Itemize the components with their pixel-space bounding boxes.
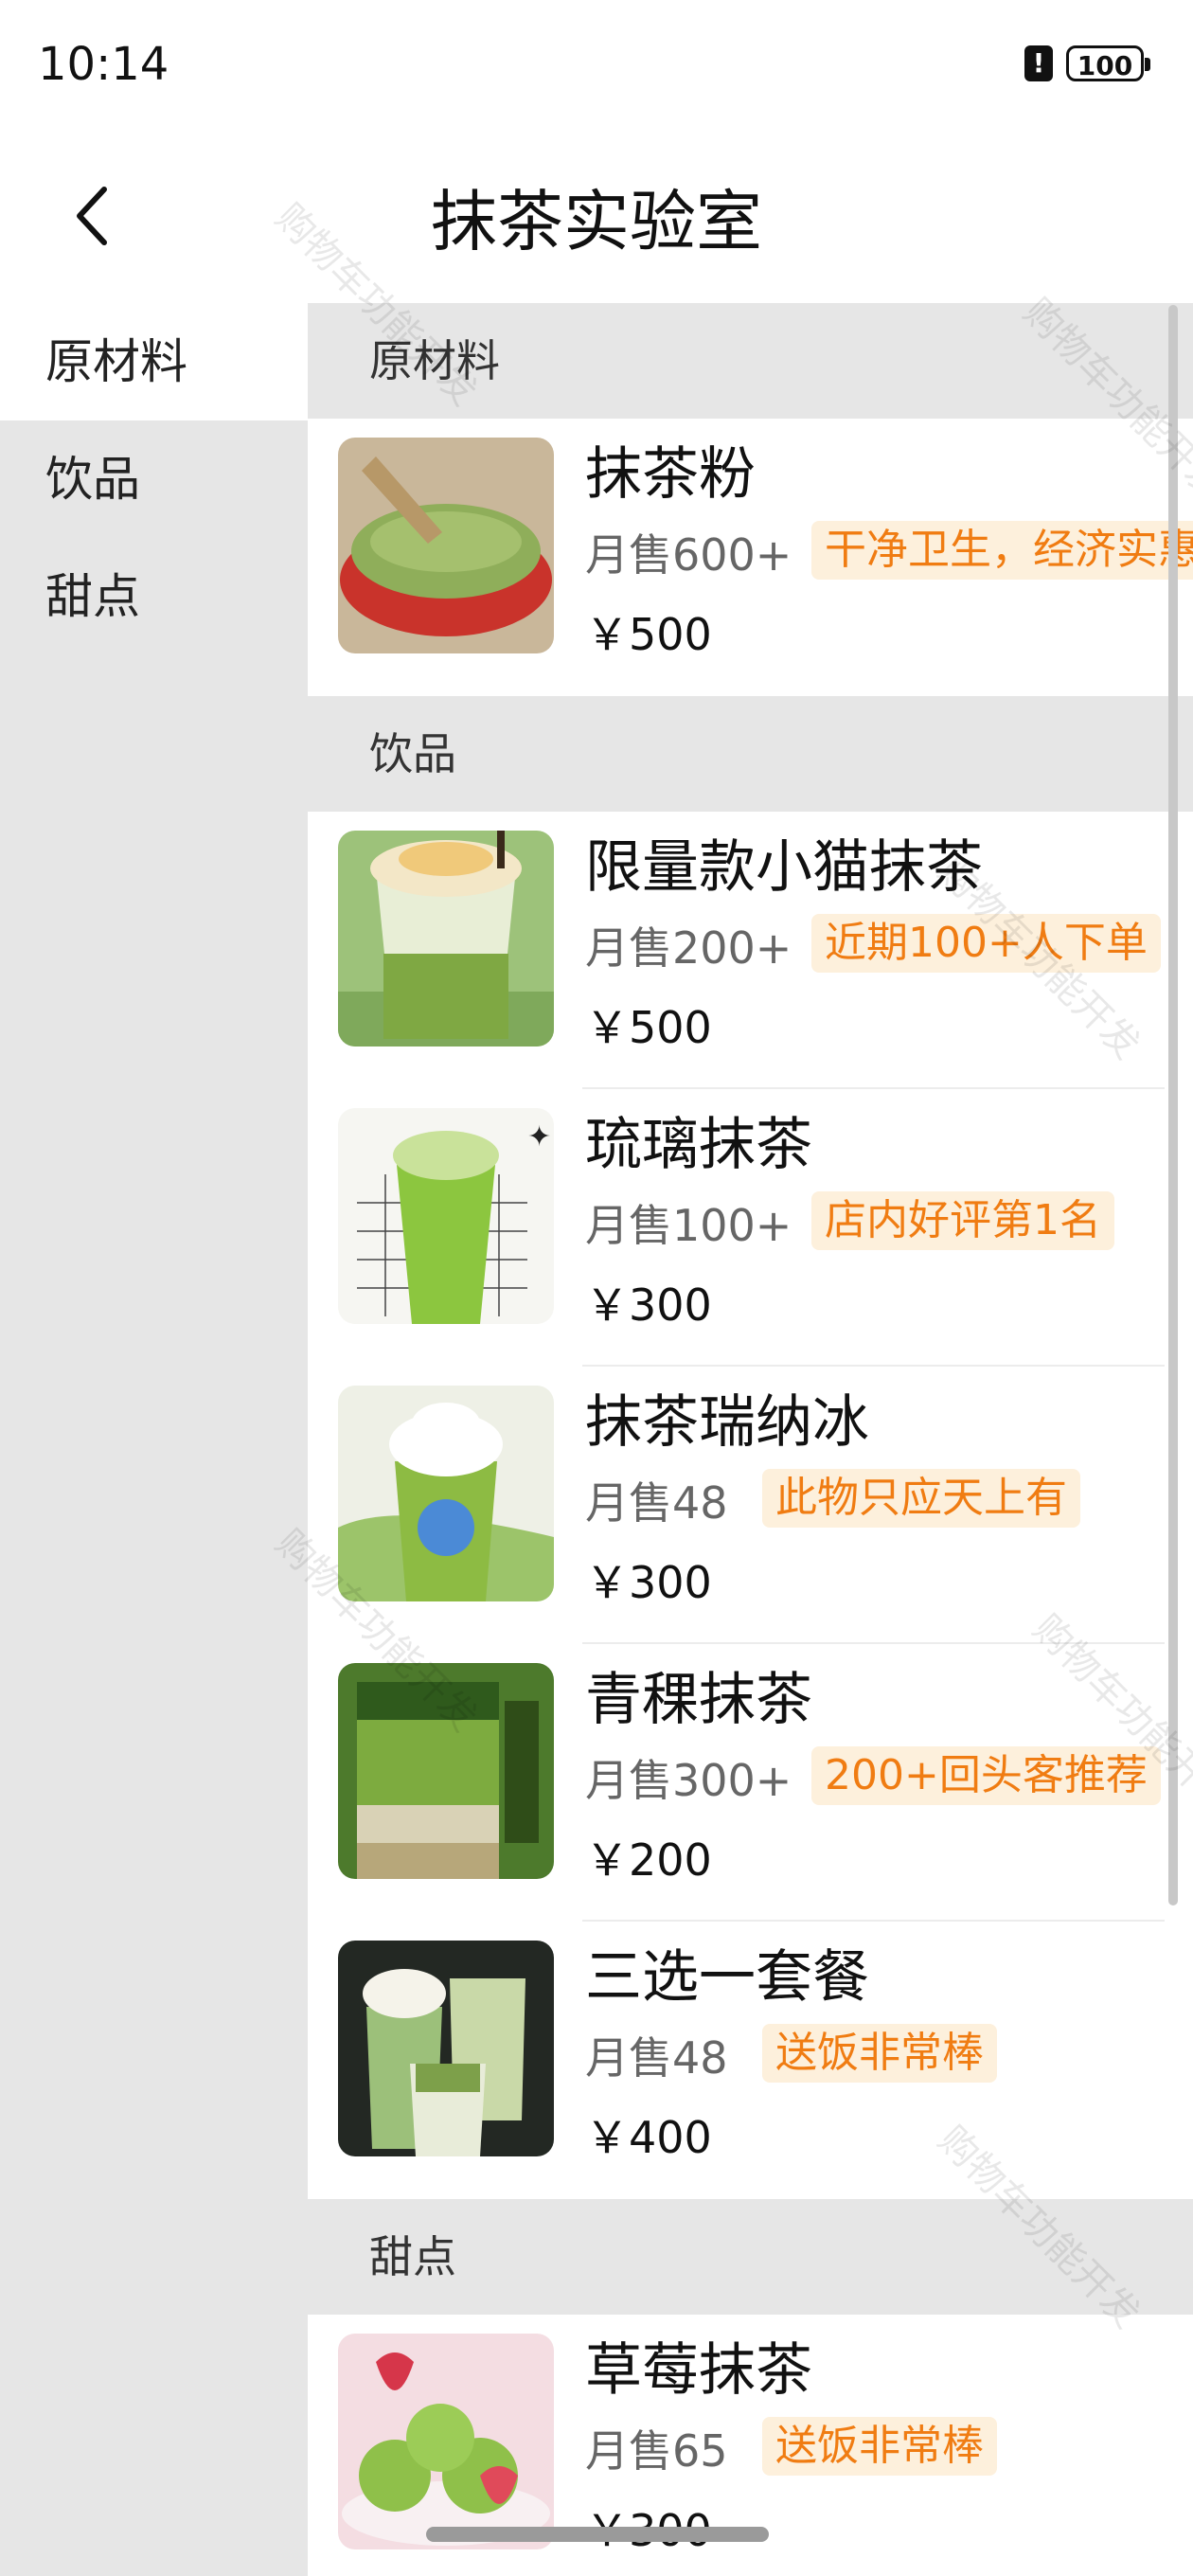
- product-sales: 月售300+: [585, 1755, 792, 1806]
- status-bar: 10:14 ! 100: [0, 0, 1193, 133]
- section-header-desserts: 甜点: [308, 2199, 1193, 2315]
- product-price: ￥300: [585, 1279, 712, 1331]
- product-name: 限量款小猫抹茶: [585, 834, 983, 901]
- product-tag: 200+回头客推荐: [811, 1746, 1161, 1805]
- scrollbar[interactable]: [1168, 305, 1178, 1905]
- product-item[interactable]: ✦ 琉璃抹茶 月售100+ 店内好评第1名 ￥300: [308, 1089, 1193, 1367]
- product-image-strawberry-matcha: [338, 2334, 554, 2549]
- product-image-highland-barley-matcha: [338, 1663, 554, 1879]
- product-image-cat-matcha: [338, 831, 554, 1046]
- product-name: 三选一套餐: [585, 1944, 869, 2011]
- product-tag: 送饭非常棒: [762, 2024, 997, 2083]
- section-header-drinks: 饮品: [308, 696, 1193, 812]
- svg-text:✦: ✦: [527, 1120, 551, 1154]
- product-tag: 此物只应天上有: [762, 1469, 1080, 1528]
- status-icons: ! 100: [1024, 45, 1150, 81]
- page-title: 抹茶实验室: [431, 183, 762, 260]
- product-sales: 月售100+: [585, 1200, 792, 1251]
- product-tag: 近期100+人下单: [811, 914, 1161, 973]
- product-item[interactable]: 限量款小猫抹茶 月售200+ 近期100+人下单 ￥500: [308, 812, 1193, 1089]
- product-item[interactable]: 抹茶粉 月售600+ 干净卫生，经济实惠 ￥500: [308, 419, 1193, 696]
- battery-icon: 100: [1066, 45, 1150, 81]
- home-indicator[interactable]: [426, 2527, 769, 2542]
- product-name: 琉璃抹茶: [585, 1112, 812, 1178]
- product-name: 草莓抹茶: [585, 2337, 812, 2404]
- product-tag: 店内好评第1名: [811, 1191, 1114, 1250]
- product-sales: 月售600+: [585, 529, 792, 581]
- sidebar-item-raw-materials[interactable]: 原材料: [0, 303, 308, 420]
- product-item[interactable]: 青稞抹茶 月售300+ 200+回头客推荐 ￥200: [308, 1644, 1193, 1922]
- product-name: 青稞抹茶: [585, 1667, 812, 1733]
- product-price: ￥500: [585, 609, 712, 660]
- product-sales: 月售48: [585, 1477, 728, 1529]
- product-image-combo: [338, 1941, 554, 2156]
- product-sales: 月售48: [585, 2032, 728, 2084]
- product-sales: 月售200+: [585, 922, 792, 974]
- product-name: 抹茶瑞纳冰: [585, 1389, 869, 1456]
- product-price: ￥200: [585, 1834, 712, 1886]
- product-item[interactable]: 抹茶瑞纳冰 月售48 此物只应天上有 ￥300: [308, 1367, 1193, 1644]
- product-sales: 月售65: [585, 2425, 728, 2477]
- product-item[interactable]: 三选一套餐 月售48 送饭非常棒 ￥400: [308, 1922, 1193, 2199]
- product-price: ￥300: [585, 1557, 712, 1608]
- product-list: 原材料 抹茶粉 月售600+ 干净卫生，经济实惠 ￥500 饮品 限量款小猫抹茶…: [308, 303, 1193, 2576]
- header: 抹茶实验室: [0, 133, 1193, 303]
- sidebar-item-desserts[interactable]: 甜点: [0, 538, 308, 655]
- product-tag: 干净卫生，经济实惠: [811, 521, 1193, 580]
- product-tag: 送饭非常棒: [762, 2417, 997, 2476]
- section-header-raw-materials: 原材料: [308, 303, 1193, 419]
- status-time: 10:14: [38, 38, 169, 91]
- sidebar-item-drinks[interactable]: 饮品: [0, 420, 308, 538]
- product-price: ￥500: [585, 1002, 712, 1053]
- product-image-matcha-frappe: [338, 1386, 554, 1601]
- product-price: ￥400: [585, 2112, 712, 2163]
- product-name: 抹茶粉: [585, 441, 756, 508]
- product-image-glass-matcha: ✦: [338, 1108, 554, 1324]
- category-sidebar: 原材料 饮品 甜点: [0, 303, 308, 2576]
- product-image-matcha-powder: [338, 438, 554, 653]
- alert-icon: !: [1024, 45, 1053, 81]
